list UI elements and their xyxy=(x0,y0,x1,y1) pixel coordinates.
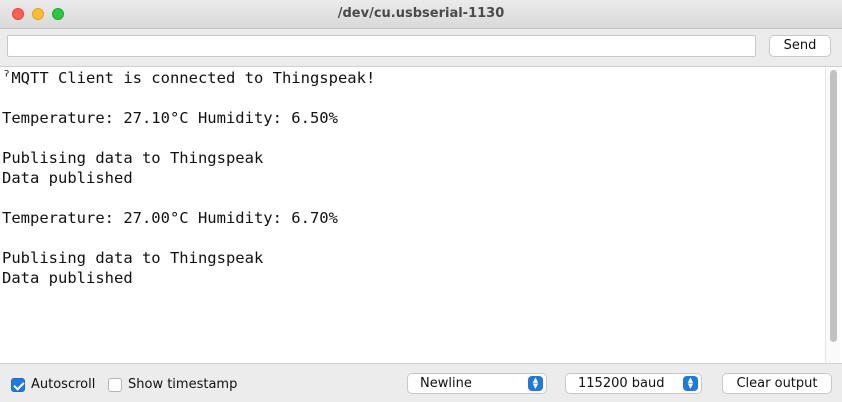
show-timestamp-label[interactable]: Show timestamp xyxy=(128,377,237,392)
send-button[interactable]: Send xyxy=(769,35,831,57)
updown-chevron-icon: ▲ ▼ xyxy=(683,376,698,391)
title-bar: /dev/cu.usbserial-1130 xyxy=(0,0,842,29)
serial-output-panel: ˀMQTT Client is connected to Thingspeak!… xyxy=(0,66,842,364)
clear-output-button[interactable]: Clear output xyxy=(722,373,832,394)
serial-output-text: ˀMQTT Client is connected to Thingspeak!… xyxy=(2,68,820,362)
output-line: Temperature: 27.00°C Humidity: 6.70% xyxy=(2,209,338,227)
bottom-toolbar: Autoscroll Show timestamp Newline ▲ ▼ 115… xyxy=(0,364,842,402)
output-line: Publising data to Thingspeak xyxy=(2,149,264,167)
output-line: Temperature: 27.10°C Humidity: 6.50% xyxy=(2,109,338,127)
line-ending-value: Newline xyxy=(420,376,472,391)
serial-send-input[interactable] xyxy=(7,35,756,57)
autoscroll-checkbox[interactable] xyxy=(11,378,25,392)
updown-chevron-icon: ▲ ▼ xyxy=(528,376,543,391)
vertical-scrollbar[interactable] xyxy=(825,67,840,363)
output-line: Data published xyxy=(2,169,133,187)
line-ending-select[interactable]: Newline ▲ ▼ xyxy=(407,373,547,394)
window-title: /dev/cu.usbserial-1130 xyxy=(337,6,505,21)
output-line: Publising data to Thingspeak xyxy=(2,249,264,267)
output-line: Data published xyxy=(2,269,133,287)
baud-rate-value: 115200 baud xyxy=(578,376,665,391)
scrollbar-thumb[interactable] xyxy=(830,70,837,342)
output-line: ˀMQTT Client is connected to Thingspeak! xyxy=(2,69,376,87)
baud-rate-select[interactable]: 115200 baud ▲ ▼ xyxy=(565,373,702,394)
show-timestamp-checkbox[interactable] xyxy=(108,378,122,392)
autoscroll-label[interactable]: Autoscroll xyxy=(31,377,95,392)
send-bar: Send xyxy=(0,29,842,66)
